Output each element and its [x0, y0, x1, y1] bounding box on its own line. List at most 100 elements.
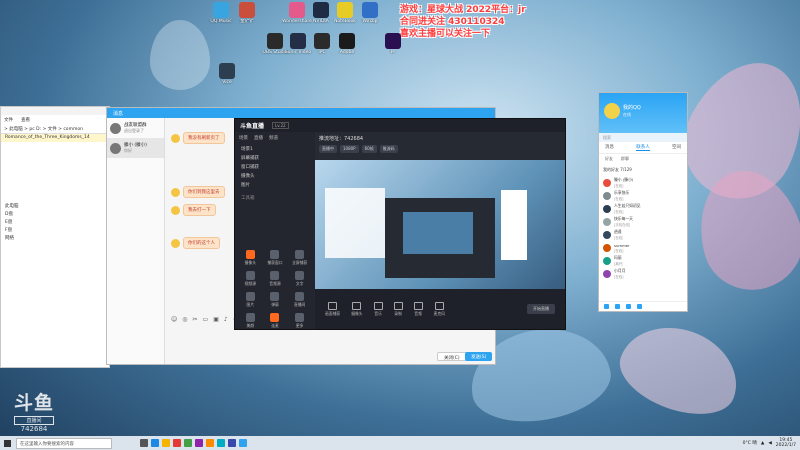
qq-contact[interactable]: 滕小 (滕小) [在线] [599, 176, 687, 189]
chat-contact[interactable]: 战友联盟群 退出登录了 [107, 118, 164, 138]
tool-label: 录制 [394, 310, 402, 316]
bottom-tool-button[interactable]: 录制 [393, 301, 403, 317]
music-icon[interactable]: ♪ [224, 316, 228, 323]
scene-item[interactable]: 场景1 [235, 144, 315, 153]
app-icon[interactable] [217, 439, 225, 447]
explorer-row[interactable]: D盘 [1, 210, 109, 218]
explorer-row[interactable]: Romance_of_the_Three_Kingdoms_14 [1, 134, 109, 142]
tool-button[interactable]: 连麦 [263, 313, 288, 329]
qq-contact[interactable]: 人生若只如初见 [在线] [599, 202, 687, 215]
close-button[interactable]: 关闭(C) [437, 352, 467, 361]
folder-icon[interactable]: ▭ [203, 316, 209, 323]
tool-button[interactable]: 弹幕 [263, 292, 288, 308]
desktop-icon[interactable]: Winzip [355, 2, 385, 24]
clock[interactable]: 19:45 2022/1/7 [776, 438, 796, 448]
gif-icon[interactable]: ◎ [182, 316, 187, 323]
bottom-tool-button[interactable]: 摄像头 [351, 301, 363, 317]
tab-channel[interactable]: 频道 [269, 135, 278, 141]
qq-contact[interactable]: 逍遥 [在线] [599, 228, 687, 241]
chat-contact[interactable]: 滕小 (滕小) 你好 [107, 138, 164, 158]
friend-group-header[interactable]: 我的好友 7/129 [599, 164, 687, 176]
tab-messages[interactable]: 消息 [605, 144, 614, 151]
qq-contact[interactable]: 小月月 [在线] [599, 267, 687, 280]
chat-titlebar[interactable]: 消息 [107, 108, 495, 118]
preview-button[interactable]: 直播中 [319, 145, 337, 153]
explorer-row[interactable]: 此电脑 [1, 202, 109, 210]
douyu-titlebar[interactable]: 斗鱼直播 Lv.22 [235, 119, 565, 132]
tool-button[interactable]: 美颜 [238, 313, 263, 329]
tool-button[interactable]: 视频源 [238, 271, 263, 287]
menu-icon[interactable] [604, 304, 609, 309]
tool-button[interactable]: 音频源 [263, 271, 288, 287]
app-icon[interactable] [184, 439, 192, 447]
bottom-tool-button[interactable]: 画面捕获 [325, 301, 340, 317]
explorer-row[interactable]: E盘 [1, 218, 109, 226]
preview-button[interactable]: 1080P [340, 145, 359, 153]
desktop-icon[interactable]: Vice [212, 63, 242, 85]
folder-icon[interactable] [162, 439, 170, 447]
desktop-icon[interactable]: Adobe [332, 33, 362, 55]
tool-button[interactable]: 摄像头 [238, 250, 263, 266]
explorer-row[interactable]: F盘 [1, 226, 109, 234]
subtab-groups[interactable]: 群聊 [621, 156, 629, 162]
menu-view[interactable]: 查看 [21, 117, 30, 123]
tool-button[interactable]: 更多 [287, 313, 312, 329]
scene-item[interactable]: 屏幕捕获 [235, 153, 315, 162]
tab-scene[interactable]: 场景 [239, 135, 248, 141]
bottom-tool-button[interactable]: 音频 [413, 301, 423, 317]
qq-contact[interactable]: 乐享快乐 [在线] [599, 189, 687, 202]
qq-header[interactable]: 我的QQ 在线 [599, 93, 687, 133]
tool-button[interactable]: 图片 [238, 292, 263, 308]
send-button[interactable]: 发送(S) [465, 352, 493, 361]
desktop-icon[interactable]: 金铲铲 [232, 2, 262, 24]
qq-contact[interactable]: 快乐每一天 [手机在线] [599, 215, 687, 228]
tab-contacts[interactable]: 联系人 [636, 144, 650, 151]
scene-item[interactable]: 摄像头 [235, 171, 315, 180]
app-icon[interactable] [615, 304, 620, 309]
system-tray: 0°C 晴 ▲ ◀ 19:45 2022/1/7 [743, 438, 800, 448]
qq-search-input[interactable]: 搜索 [599, 133, 687, 142]
app-icon[interactable] [173, 439, 181, 447]
scissors-icon[interactable]: ✂ [193, 316, 198, 323]
app-icon[interactable] [206, 439, 214, 447]
mail-icon[interactable] [637, 304, 642, 309]
tab-space[interactable]: 空间 [672, 144, 681, 151]
preview-button[interactable]: 推流码 [379, 145, 398, 153]
tool-button[interactable]: 捕获窗口 [263, 250, 288, 266]
explorer-titlebar[interactable] [1, 107, 109, 115]
subtab-friends[interactable]: 好友 [605, 156, 613, 162]
taskbar-search-input[interactable]: 在这里输入你要搜索的内容 [16, 437, 112, 449]
folder-icon[interactable] [626, 304, 631, 309]
emoji-icon[interactable]: ☺ [171, 316, 177, 323]
qq-icon[interactable] [239, 439, 247, 447]
scene-item[interactable]: 图片 [235, 180, 315, 189]
bottom-tool-button[interactable]: 麦克风 [434, 301, 445, 317]
app-icon[interactable] [228, 439, 236, 447]
avatar[interactable] [604, 103, 620, 119]
app-icon [289, 2, 305, 18]
qq-contact[interactable]: 玛丽 [离开] [599, 254, 687, 267]
start-button[interactable] [0, 436, 14, 450]
volume-icon[interactable]: ◀ [768, 441, 771, 446]
explorer-address-bar[interactable]: > 此电脑 > pc D: > 文件 > common [1, 124, 109, 134]
tool-button[interactable]: 全屏捕获 [287, 250, 312, 266]
scene-item[interactable]: 窗口捕获 [235, 162, 315, 171]
menu-file[interactable]: 文件 [4, 117, 13, 123]
tool-button[interactable]: 直播间 [287, 292, 312, 308]
qq-status[interactable]: 在线 [623, 112, 631, 118]
tab-live[interactable]: 直播 [254, 135, 263, 141]
tool-button[interactable]: 文字 [287, 271, 312, 287]
preview-button[interactable]: 60帧 [361, 145, 377, 153]
stream-preview-screen[interactable] [315, 160, 565, 298]
app-icon[interactable] [195, 439, 203, 447]
weather[interactable]: 0°C 晴 [743, 440, 757, 446]
edge-icon[interactable] [151, 439, 159, 447]
bottom-tool-button[interactable]: 音乐 [373, 301, 383, 317]
start-live-button[interactable]: 开始直播 [527, 304, 555, 314]
qq-contact[interactable]: summer [在线] [599, 241, 687, 254]
network-icon[interactable]: ▲ [761, 441, 764, 446]
explorer-row[interactable]: 网络 [1, 234, 109, 242]
task-view-icon[interactable] [140, 439, 148, 447]
image-icon[interactable]: ▣ [213, 316, 219, 323]
desktop-icon[interactable]: Pr [378, 33, 408, 55]
